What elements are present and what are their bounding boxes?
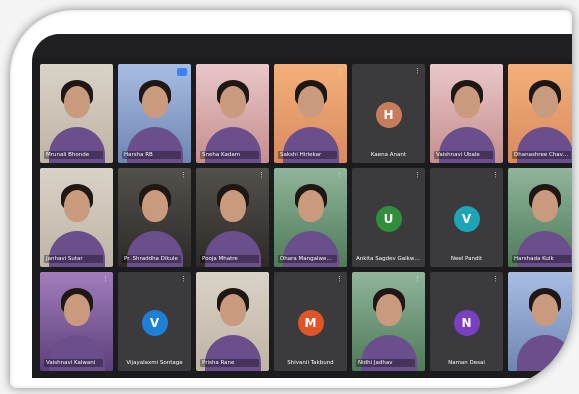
participant-name: Vijayalaxmi Sontage (126, 360, 183, 366)
tile-menu-icon[interactable]: ⋮ (492, 68, 499, 75)
participant-name: Shivanii Takbund (287, 360, 334, 366)
participant-avatar: U (375, 206, 402, 232)
participant-name: Naman Desai (448, 360, 485, 366)
participant-video-face (453, 86, 480, 118)
participant-tile[interactable]: V ⋮ Vijayalaxmi Sontage (118, 272, 191, 371)
participant-name: Sakshi Hirlekar (278, 151, 337, 159)
participant-video-face (141, 190, 168, 222)
participant-avatar: V (141, 310, 168, 336)
participant-video-face (219, 294, 246, 326)
participant-video-face (375, 294, 402, 326)
participant-name: Harshada Kulk (512, 255, 571, 263)
tile-menu-icon[interactable]: ⋮ (336, 172, 343, 179)
participant-avatar: M (297, 310, 324, 336)
participant-video-face (531, 86, 558, 118)
participant-name: Neel Pandit (450, 256, 483, 262)
participant-avatar: V (453, 206, 480, 232)
participant-tile[interactable]: U ⋮ Ankita Sagdev Gaikwad (352, 168, 425, 267)
participant-tile[interactable]: ⋮ Sakshi Hirlekar (274, 64, 347, 163)
tile-menu-icon[interactable]: ⋮ (180, 276, 187, 283)
participant-gallery-grid: ⋮ Mrunali Bhonde Harsha RB ⋮ Sneha Kadam ⋮ Sak… (40, 64, 572, 371)
participant-tile[interactable]: ⋮ Dhara Mangalwedhe (274, 168, 347, 267)
participant-tile[interactable]: M ⋮ Shivanii Takbund (274, 272, 347, 371)
tile-menu-icon[interactable]: ⋮ (570, 172, 572, 179)
tile-menu-icon[interactable]: ⋮ (258, 276, 265, 283)
participant-video-body (516, 335, 572, 371)
photo-frame: ⋮ Mrunali Bhonde Harsha RB ⋮ Sneha Kadam ⋮ Sak… (10, 10, 572, 388)
participant-name: Dhanashree Chavan (512, 151, 571, 159)
tile-menu-icon[interactable]: ⋮ (102, 276, 109, 283)
tile-menu-icon[interactable]: ⋮ (336, 68, 343, 75)
tile-menu-icon[interactable]: ⋮ (180, 172, 187, 179)
participant-video-face (63, 86, 90, 118)
participant-name: Pr. Shraddha Dikule (122, 255, 181, 263)
participant-tile[interactable]: ⋮ Dhanashree Chavan (508, 64, 572, 163)
participant-video-face (531, 294, 558, 326)
tile-menu-icon[interactable]: ⋮ (414, 68, 421, 75)
tile-menu-icon[interactable]: ⋮ (414, 172, 421, 179)
participant-tile[interactable]: ⋮ Vaishnavi Ubale (430, 64, 503, 163)
participant-tile[interactable]: ⋮ Mrunali Bhonde (40, 64, 113, 163)
participant-name: Nidhi Jadhav (356, 359, 415, 367)
participant-name: Harsha RB (122, 151, 181, 159)
participant-name: Ankita Sagdev Gaikwad (356, 256, 422, 262)
participant-name: Vaishnavi Ubale (434, 151, 493, 159)
participant-tile[interactable]: H ⋮ Kaena Anant (352, 64, 425, 163)
tile-menu-icon[interactable]: ⋮ (570, 276, 572, 283)
participant-tile[interactable]: ⋮ Vaishnavi Kalwani (40, 272, 113, 371)
participant-name: Sneha Kadam (200, 151, 259, 159)
tile-menu-icon[interactable]: ⋮ (570, 68, 572, 75)
participant-avatar: H (375, 102, 402, 128)
participant-video-face (141, 86, 168, 118)
tile-menu-icon[interactable]: ⋮ (336, 276, 343, 283)
participant-name: Vaishnavi Kalwani (44, 359, 103, 367)
tile-menu-icon[interactable]: ⋮ (414, 276, 421, 283)
participant-video-face (219, 190, 246, 222)
participant-tile[interactable]: V ⋮ Neel Pandit (430, 168, 503, 267)
participant-tile[interactable]: ⋮ Nidhi Jadhav (352, 272, 425, 371)
participant-name: Kaena Anant (370, 152, 407, 158)
tile-menu-icon[interactable]: ⋮ (492, 172, 499, 179)
tile-menu-icon[interactable]: ⋮ (258, 68, 265, 75)
participant-video-face (219, 86, 246, 118)
participant-video-face (297, 190, 324, 222)
participant-video-face (63, 294, 90, 326)
participant-video-face (297, 86, 324, 118)
participant-tile[interactable]: ⋮ Prisha Rane (196, 272, 269, 371)
participant-tile[interactable]: ⋮ Pooja Mhatre (196, 168, 269, 267)
participant-name: Janhavi Sutar (44, 255, 103, 263)
participant-video-face (531, 190, 558, 222)
tile-menu-icon[interactable]: ⋮ (102, 172, 109, 179)
participant-name: Dhara Mangalwedhe (278, 255, 337, 263)
meeting-window: ⋮ Mrunali Bhonde Harsha RB ⋮ Sneha Kadam ⋮ Sak… (32, 34, 572, 378)
participant-avatar: N (453, 310, 480, 336)
participant-tile[interactable]: N ⋮ Naman Desai (430, 272, 503, 371)
active-speaker-icon (177, 68, 187, 76)
participant-tile[interactable]: ⋮ (508, 272, 572, 371)
participant-tile[interactable]: ⋮ Sneha Kadam (196, 64, 269, 163)
participant-name: Pooja Mhatre (200, 255, 259, 263)
participant-name: Mrunali Bhonde (44, 151, 103, 159)
tile-menu-icon[interactable]: ⋮ (102, 68, 109, 75)
participant-tile[interactable]: Harsha RB (118, 64, 191, 163)
participant-tile[interactable]: ⋮ Pr. Shraddha Dikule (118, 168, 191, 267)
tile-menu-icon[interactable]: ⋮ (492, 276, 499, 283)
participant-name: Prisha Rane (200, 359, 259, 367)
tile-menu-icon[interactable]: ⋮ (258, 172, 265, 179)
meeting-top-bar (32, 34, 572, 58)
participant-tile[interactable]: ⋮ Janhavi Sutar (40, 168, 113, 267)
participant-video-face (63, 190, 90, 222)
participant-tile[interactable]: ⋮ Harshada Kulk (508, 168, 572, 267)
